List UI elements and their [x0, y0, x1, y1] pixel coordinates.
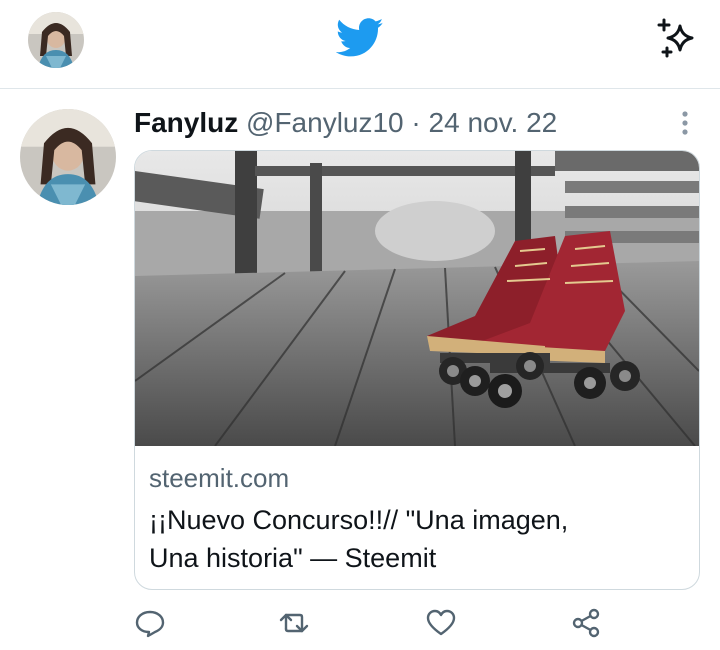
card-title-line-2: Una historia" — Steemit [149, 543, 437, 573]
author-handle[interactable]: @Fanyluz10 [246, 107, 404, 138]
retweet-icon[interactable] [278, 607, 310, 639]
tweet-actions [0, 601, 720, 645]
link-preview-card[interactable]: steemit.com ¡¡Nuevo Concurso!!// "Una im… [134, 150, 700, 590]
card-text[interactable]: steemit.com ¡¡Nuevo Concurso!!// "Una im… [149, 461, 679, 577]
separator-dot: · [411, 107, 421, 138]
author-avatar[interactable] [20, 109, 116, 205]
tweet-header: Fanyluz @Fanyluz10 · 24 nov. 22 [134, 105, 557, 141]
share-icon[interactable] [570, 607, 602, 639]
reply-icon[interactable] [134, 607, 166, 639]
card-domain[interactable]: steemit.com [149, 461, 679, 495]
author-name[interactable]: Fanyluz [134, 107, 238, 138]
profile-avatar-icon[interactable] [28, 12, 84, 68]
card-title[interactable]: ¡¡Nuevo Concurso!!// "Una imagen, Una hi… [149, 501, 679, 577]
sparkle-icon[interactable] [654, 16, 698, 60]
tweet-date[interactable]: 24 nov. 22 [429, 107, 558, 138]
card-title-line-1: ¡¡Nuevo Concurso!!// "Una imagen, [149, 505, 569, 535]
more-vertical-icon[interactable] [668, 109, 702, 137]
top-bar [0, 0, 720, 89]
twitter-bird-icon[interactable] [335, 18, 384, 58]
like-icon[interactable] [425, 607, 457, 639]
tweet[interactable]: Fanyluz @Fanyluz10 · 24 nov. 22 steemit.… [0, 89, 720, 650]
roller-skates-photo[interactable] [135, 151, 699, 447]
